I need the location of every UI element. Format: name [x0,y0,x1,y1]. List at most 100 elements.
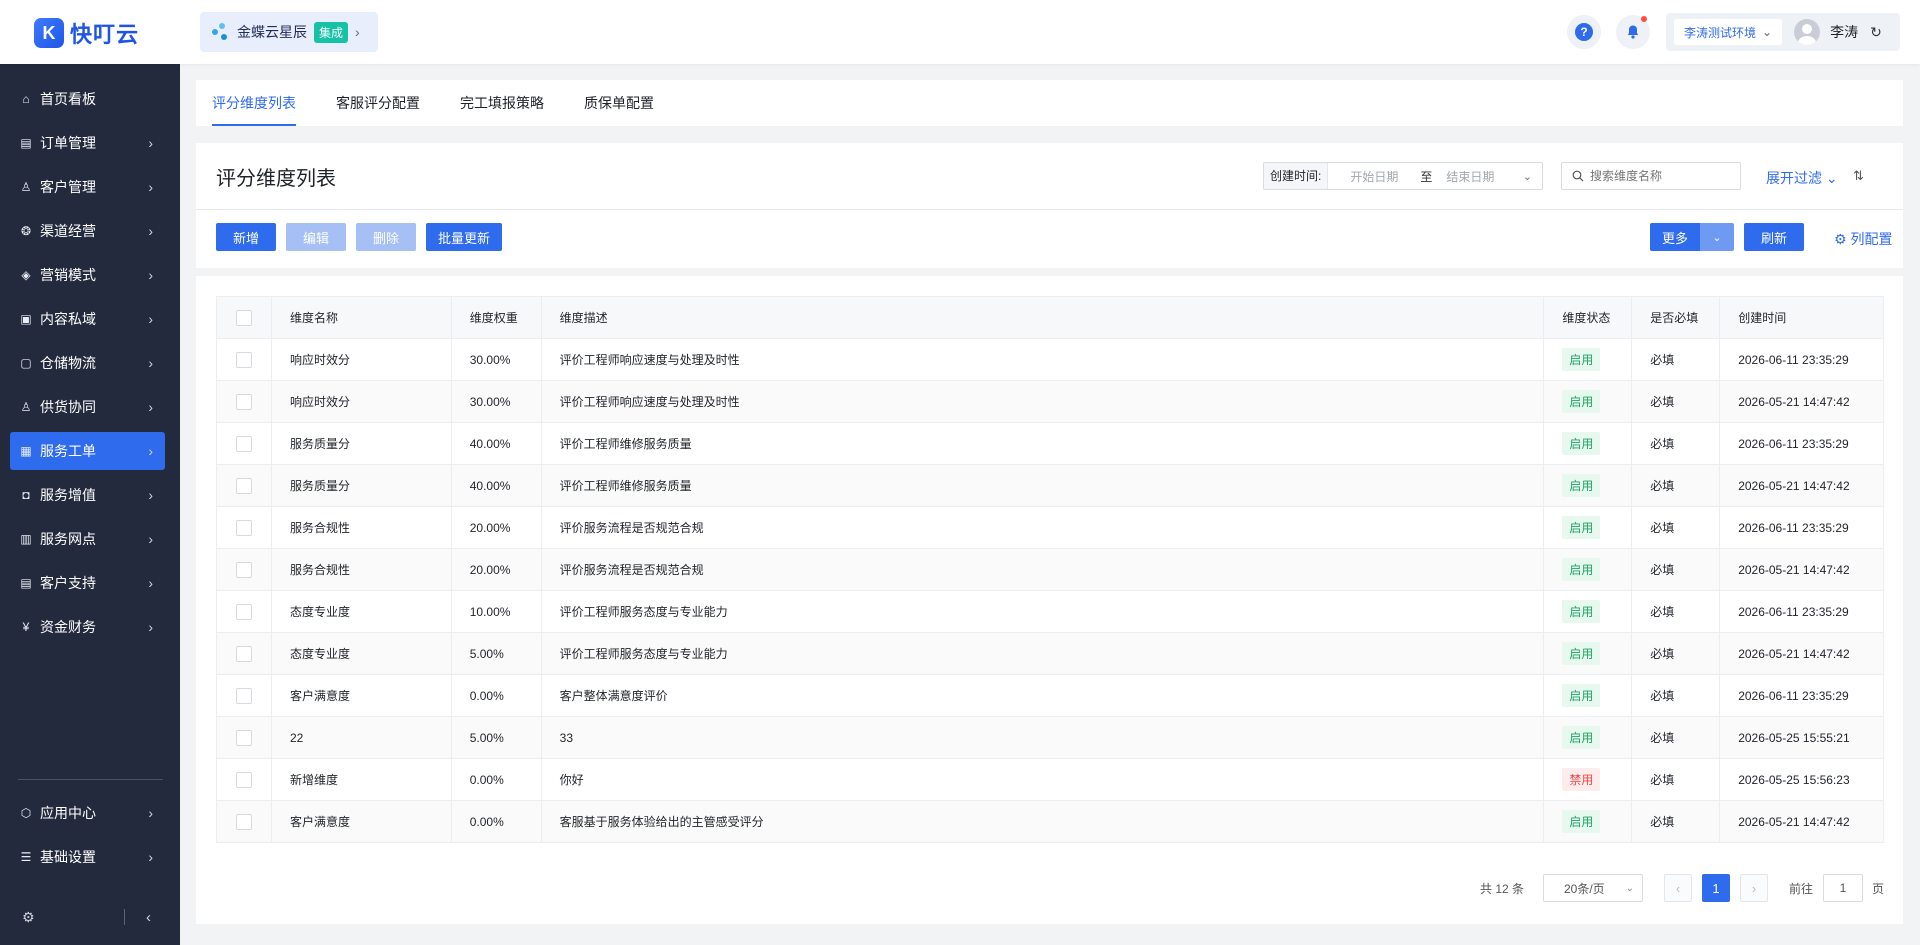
tab-service-rating-config[interactable]: 客服评分配置 [336,80,420,126]
collapse-sidebar-icon[interactable]: ‹ [146,909,151,926]
integration-app-switcher[interactable]: 金蝶云星辰 集成 › [200,12,378,52]
sidebar-item-label: 客户支持 [40,575,96,591]
chevron-right-icon: › [148,179,153,195]
table-row[interactable]: 新增维度 0.00% 你好 禁用 必填 2026-05-25 15:56:23 [217,759,1883,801]
add-button[interactable]: 新增 [216,223,276,251]
more-button[interactable]: 更多 [1650,223,1700,251]
row-select-cell [217,549,272,590]
tab-warranty-config[interactable]: 质保单配置 [584,80,654,126]
row-checkbox[interactable] [235,603,252,620]
sort-icon[interactable]: ⇅ [1853,168,1864,184]
row-checkbox[interactable] [235,813,252,830]
dimension-search[interactable] [1561,162,1741,190]
row-checkbox[interactable] [235,351,252,368]
notification-button[interactable] [1616,15,1650,49]
row-checkbox[interactable] [235,519,252,536]
more-dropdown[interactable]: 更多 ⌄ [1650,223,1734,251]
app-logo[interactable]: K 快叮云 [34,17,139,49]
help-button[interactable]: ? [1567,15,1601,49]
gear-icon[interactable]: ⚙ [22,909,35,926]
refresh-icon[interactable]: ↻ [1870,24,1882,41]
page-size-select[interactable]: 20条/页 ⌄ [1543,874,1643,902]
row-select-cell [217,675,272,716]
sidebar-item[interactable]: ▤ 订单管理 › [10,124,165,162]
notification-dot [1641,16,1647,22]
cell-weight: 5.00% [452,717,542,758]
prev-page-button[interactable]: ‹ [1664,874,1692,902]
search-input[interactable] [1590,169,1730,183]
table-row[interactable]: 服务合规性 20.00% 评价服务流程是否规范合规 启用 必填 2026-06-11 23… [217,507,1883,549]
sidebar-item-label: 应用中心 [40,805,96,821]
row-checkbox[interactable] [235,561,252,578]
table-row[interactable]: 服务合规性 20.00% 评价服务流程是否规范合规 启用 必填 2026-05-21 14… [217,549,1883,591]
delete-button[interactable]: 删除 [356,223,416,251]
chevron-right-icon: › [148,575,153,591]
table-row[interactable]: 态度专业度 10.00% 评价工程师服务态度与专业能力 启用 必填 2026-06-11 … [217,591,1883,633]
start-date-input[interactable]: 开始日期 [1350,168,1398,185]
environment-select[interactable]: 李涛测试环境 ⌄ [1674,19,1783,45]
table-border [1883,821,1884,842]
tab-completion-strategy[interactable]: 完工填报策略 [460,80,544,126]
sidebar-divider [18,779,163,780]
row-checkbox[interactable] [235,687,252,704]
table-row[interactable]: 响应时效分 30.00% 评价工程师响应速度与处理及时性 启用 必填 2026-05-21… [217,381,1883,423]
sidebar-item-label: 订单管理 [40,135,96,151]
page-number-button[interactable]: 1 [1702,874,1730,902]
row-checkbox[interactable] [235,645,252,662]
sidebar-item-label: 基础设置 [40,849,96,865]
cell-status: 启用 [1544,717,1633,758]
sidebar-item[interactable]: ▢ 仓储物流 › [10,344,165,382]
sidebar-item-label: 首页看板 [40,91,96,107]
next-page-button[interactable]: › [1740,874,1768,902]
end-date-input[interactable]: 结束日期 [1446,168,1494,185]
cell-required: 必填 [1632,549,1721,590]
column-config-button[interactable]: ⚙ 列配置 [1834,229,1892,249]
table-row[interactable]: 22 5.00% 33 启用 必填 2026-05-25 15:55:21 [217,717,1883,759]
sidebar-item[interactable]: ❂ 渠道经营 › [10,212,165,250]
cell-created: 2026-05-21 14:47:42 [1738,478,1850,493]
table-row[interactable]: 服务质量分 40.00% 评价工程师维修服务质量 启用 必填 2026-06-11 23:… [217,423,1883,465]
sidebar-item[interactable]: ♙ 供货协同 › [10,388,165,426]
table-row[interactable]: 客户满意度 0.00% 客服基于服务体验给出的主管感受评分 启用 必填 2026-05-2… [217,801,1883,843]
sidebar-item[interactable]: ⬡ 应用中心 › [10,794,165,832]
sidebar-item[interactable]: ▦ 服务工单 › [10,432,165,470]
tab-dimension-list[interactable]: 评分维度列表 [212,80,296,126]
cell-created: 2026-05-21 14:47:42 [1738,814,1850,829]
table-row[interactable]: 客户满意度 0.00% 客户整体满意度评价 启用 必填 2026-06-11 23:35:… [217,675,1883,717]
sidebar-item[interactable]: ▤ 客户支持 › [10,564,165,602]
row-checkbox[interactable] [235,729,252,746]
row-checkbox[interactable] [235,435,252,452]
row-checkbox[interactable] [235,771,252,788]
table-row[interactable]: 响应时效分 30.00% 评价工程师响应速度与处理及时性 启用 必填 2026-06-11… [217,339,1883,381]
row-checkbox[interactable] [235,393,252,410]
table-row[interactable]: 服务质量分 40.00% 评价工程师维修服务质量 启用 必填 2026-05-21 14:… [217,465,1883,507]
sidebar-item[interactable]: ▥ 服务网点 › [10,520,165,558]
sidebar-item[interactable]: ☰ 基础设置 › [10,838,165,876]
cell-desc: 评价工程师服务态度与专业能力 [542,591,1545,632]
batch-update-button[interactable]: 批量更新 [426,223,502,251]
user-name[interactable]: 李涛 [1830,22,1858,42]
cell-required: 必填 [1632,759,1721,800]
created-date-range[interactable]: 创建时间: 开始日期 至 结束日期 ⌄ [1263,162,1543,190]
refresh-button[interactable]: 刷新 [1744,223,1804,251]
sidebar-item[interactable]: ◘ 服务增值 › [10,476,165,514]
chevron-down-icon[interactable]: ⌄ [1700,223,1734,251]
sidebar-item[interactable]: ⌂ 首页看板 [10,80,165,118]
sidebar-item[interactable]: ▣ 内容私域 › [10,300,165,338]
cell-name: 响应时效分 [272,381,452,422]
row-checkbox[interactable] [235,477,252,494]
chevron-right-icon: › [148,223,153,239]
table-row[interactable]: 态度专业度 5.00% 评价工程师服务态度与专业能力 启用 必填 2026-05-21 1… [217,633,1883,675]
kingdee-logo-icon [212,23,230,41]
sidebar-item[interactable]: ◈ 营销模式 › [10,256,165,294]
expand-filter-button[interactable]: 展开过滤 ⌄ [1766,168,1838,188]
select-all-checkbox[interactable] [235,309,252,326]
sidebar-item[interactable]: ¥ 资金财务 › [10,608,165,646]
cell-required: 必填 [1632,381,1721,422]
cell-desc: 你好 [542,759,1545,800]
status-badge: 启用 [1562,726,1601,749]
edit-button[interactable]: 编辑 [286,223,346,251]
avatar[interactable] [1794,19,1821,45]
goto-page-input[interactable] [1823,874,1863,902]
sidebar-item[interactable]: ♙ 客户管理 › [10,168,165,206]
